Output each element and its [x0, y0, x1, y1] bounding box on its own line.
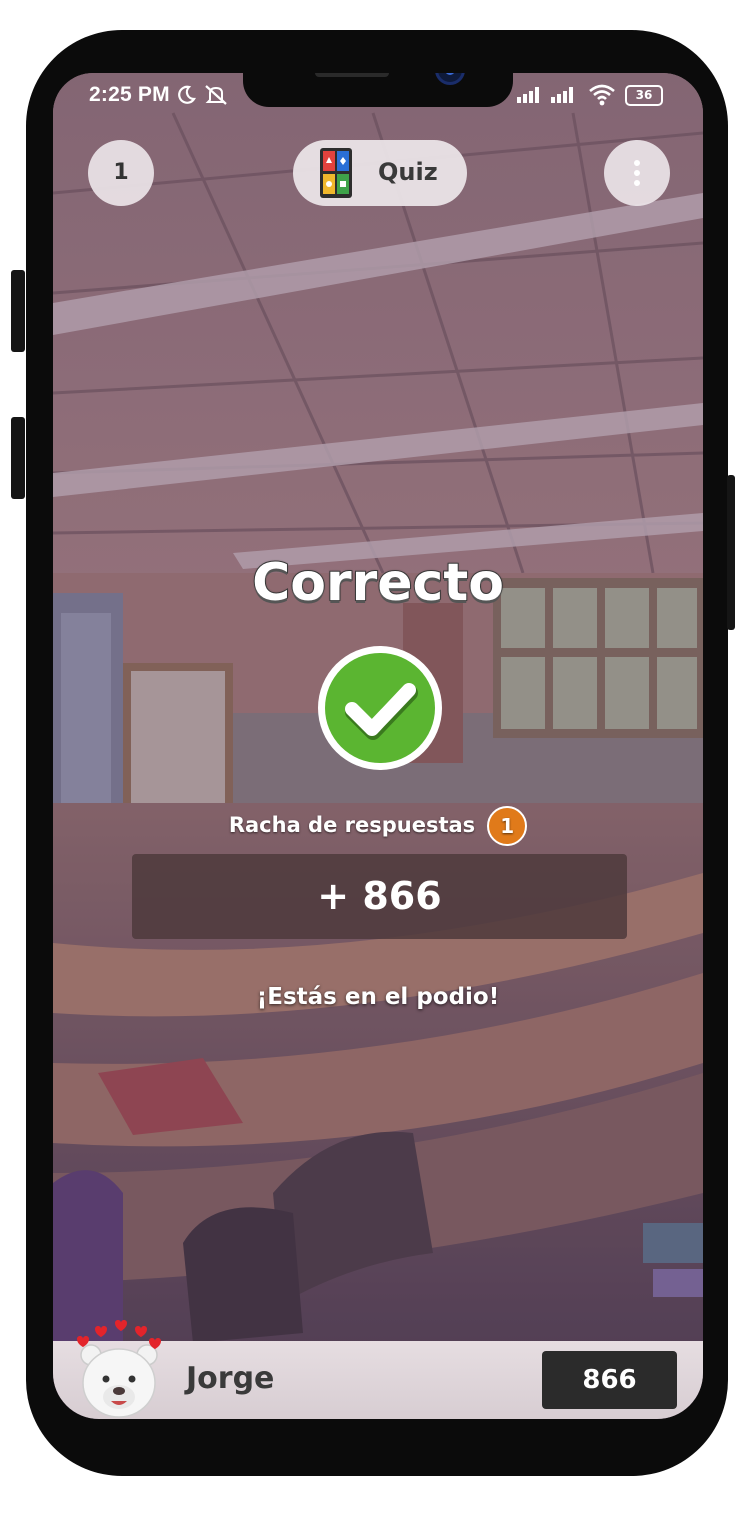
points-value: + 866	[317, 874, 442, 918]
quiz-type-pill[interactable]: Quiz	[293, 140, 467, 206]
status-time: 2:25 PM	[89, 83, 170, 106]
volume-down-button	[11, 417, 25, 499]
player-footer: Jorge 866	[53, 1320, 703, 1419]
quiz-label: Quiz	[378, 158, 438, 186]
moon-icon	[178, 85, 196, 104]
streak-badge: 1	[487, 806, 528, 846]
more-options-button[interactable]	[604, 140, 670, 206]
streak-count: 1	[500, 814, 515, 838]
volume-up-button	[11, 270, 25, 352]
app-screen: 2:25 PM 36 1 Quiz Correcto Racha de resp…	[53, 73, 703, 1419]
question-number-button[interactable]: 1	[88, 140, 154, 206]
points-earned: + 866	[132, 854, 627, 939]
checkmark-icon	[318, 646, 442, 770]
answer-streak: Racha de respuestas 1	[53, 806, 703, 846]
status-bar: 2:25 PM 36	[53, 73, 703, 117]
result-title: Correcto	[251, 552, 505, 614]
front-camera	[435, 73, 465, 85]
battery-indicator: 36	[625, 85, 663, 106]
signal-icon	[517, 87, 539, 103]
podium-message: ¡Estás en el podio!	[256, 984, 500, 1010]
mute-icon	[205, 85, 227, 105]
camera-notch	[243, 73, 513, 107]
earpiece-speaker	[315, 73, 389, 77]
streak-label: Racha de respuestas	[228, 813, 476, 837]
wifi-icon	[589, 84, 615, 106]
power-button	[727, 475, 735, 630]
score-value: 866	[582, 1365, 637, 1395]
quiz-logo-icon	[320, 148, 352, 198]
total-score: 866	[542, 1351, 677, 1409]
player-name: Jorge	[186, 1361, 275, 1396]
polar-bear-avatar-icon	[77, 1320, 161, 1418]
battery-level: 36	[635, 88, 653, 102]
more-vertical-icon	[634, 160, 640, 186]
question-number: 1	[113, 160, 129, 185]
signal-icon-2	[551, 87, 573, 103]
